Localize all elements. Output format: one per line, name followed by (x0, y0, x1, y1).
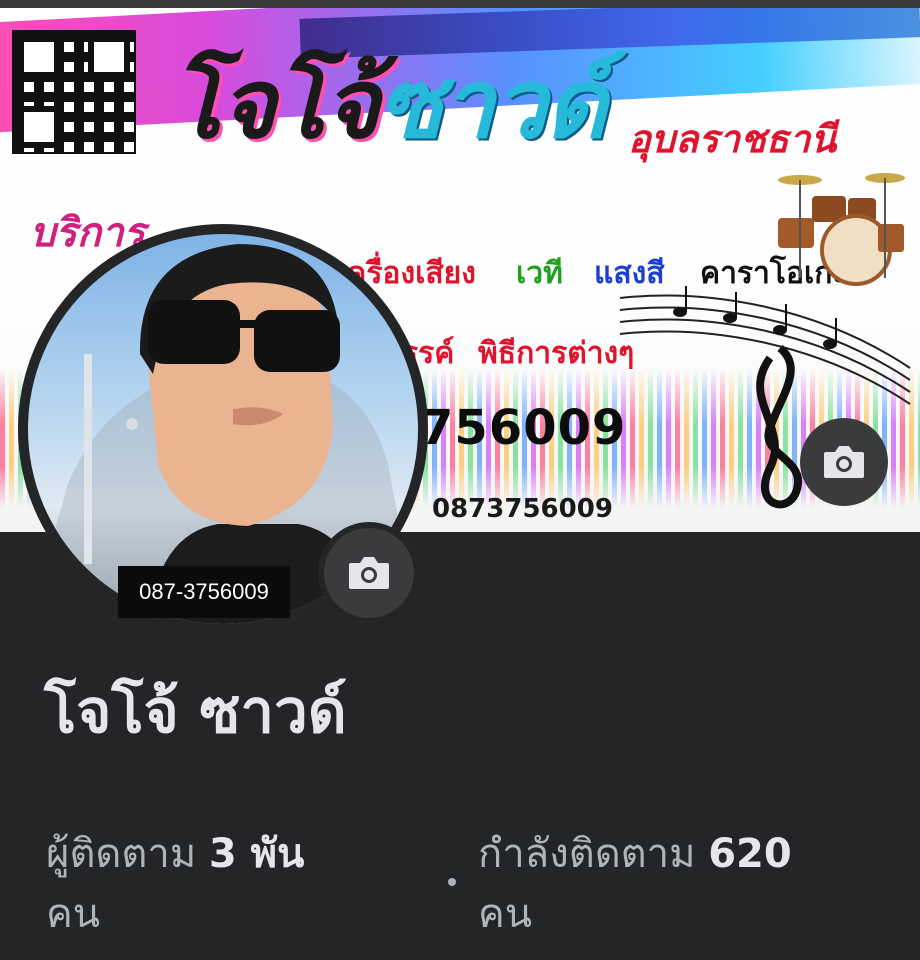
cover-city: อุบลราชธานี (628, 116, 837, 161)
brand-sub: ซาวด์ (377, 47, 607, 160)
following-stat[interactable]: กำลังติดตาม 620 คน (478, 824, 792, 944)
camera-icon (349, 557, 389, 589)
followers-count: 3 พัน (208, 831, 305, 877)
following-label: กำลังติดตาม (478, 831, 696, 877)
avatar-phone-label: 087-3756009 (118, 566, 290, 618)
followers-stat[interactable]: ผู้ติดตาม 3 พัน คน (46, 824, 304, 944)
camera-icon (824, 446, 864, 478)
profile-name: โจโจ้ ซาวด์ (44, 677, 347, 747)
following-count: 620 (708, 831, 792, 877)
qr-finder (88, 36, 130, 78)
brand-main: โจโจ้ (170, 47, 380, 160)
qr-finder (18, 106, 60, 148)
music-staff-icon (620, 286, 911, 509)
followers-label: ผู้ติดตาม (46, 831, 197, 877)
service-item: พิธีการต่างๆ (478, 336, 635, 371)
qr-finder (18, 36, 60, 78)
edit-cover-photo-button[interactable] (800, 418, 888, 506)
cover-phone-small: 0873756009 (432, 494, 613, 524)
service-item: เวที (516, 256, 563, 291)
followers-unit: คน (46, 891, 101, 937)
qr-code (12, 30, 136, 154)
following-unit: คน (478, 891, 533, 937)
cover-phone-large: 756009 (420, 400, 627, 456)
drum-kit-icon (778, 173, 905, 286)
separator-dot (448, 878, 456, 886)
edit-profile-photo-button[interactable] (318, 522, 420, 624)
top-status-bar (0, 0, 920, 8)
cover-brand-title: โจโจ้ซาวด์ (170, 28, 607, 180)
